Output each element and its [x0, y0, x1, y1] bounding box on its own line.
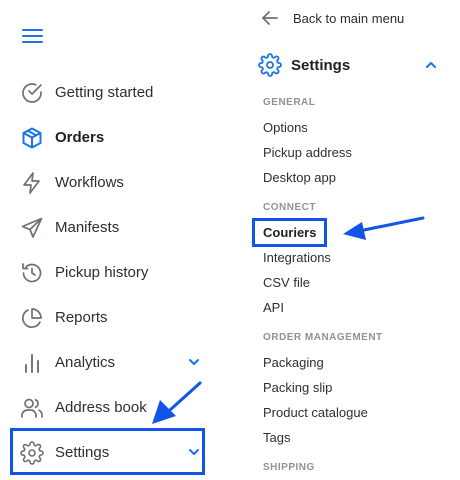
group-title-connect: CONNECT: [263, 202, 316, 213]
sidebar-item-label: Analytics: [55, 354, 116, 371]
chevron-up-icon[interactable]: [424, 58, 438, 72]
settings-item-packaging[interactable]: Packaging: [263, 355, 324, 370]
sidebar-item-workflows[interactable]: Workflows: [0, 160, 215, 205]
gear-icon: [258, 53, 282, 77]
hamburger-menu-button[interactable]: [22, 28, 44, 44]
group-title-general: GENERAL: [263, 97, 316, 108]
settings-item-options[interactable]: Options: [263, 120, 308, 135]
sidebar-item-address-book[interactable]: Address book: [0, 385, 215, 430]
sidebar-item-analytics[interactable]: Analytics: [0, 340, 215, 385]
paper-plane-icon: [20, 216, 44, 240]
settings-item-api[interactable]: API: [263, 300, 284, 315]
back-link-label: Back to main menu: [293, 10, 405, 26]
group-title-shipping: SHIPPING: [263, 462, 315, 473]
section-title: Settings: [291, 56, 351, 74]
lightning-icon: [20, 171, 44, 195]
settings-item-csv-file[interactable]: CSV file: [263, 275, 310, 290]
arrow-to-couriers: [343, 216, 425, 240]
history-icon: [20, 261, 44, 285]
settings-item-product-catalogue[interactable]: Product catalogue: [263, 405, 368, 420]
sidebar-item-label: Reports: [55, 309, 108, 326]
back-to-main-menu-link[interactable]: Back to main menu: [260, 8, 404, 28]
users-icon: [20, 396, 44, 420]
sidebar-item-label: Getting started: [55, 84, 154, 101]
sidebar-item-label: Address book: [55, 399, 147, 416]
package-icon: [20, 126, 44, 150]
chevron-down-icon[interactable]: [186, 354, 202, 370]
couriers-highlight-box: [252, 218, 327, 247]
hamburger-icon: [22, 29, 43, 43]
settings-highlight-box: [10, 428, 205, 475]
sidebar-item-label: Orders: [55, 129, 105, 146]
sidebar-item-pickup-history[interactable]: Pickup history: [0, 250, 215, 295]
pie-chart-icon: [20, 306, 44, 330]
sidebar-item-manifests[interactable]: Manifests: [0, 205, 215, 250]
sidebar-item-reports[interactable]: Reports: [0, 295, 215, 340]
sidebar-item-orders[interactable]: Orders: [0, 115, 215, 160]
settings-item-desktop-app[interactable]: Desktop app: [263, 170, 336, 185]
sidebar-item-label: Workflows: [55, 174, 124, 191]
arrow-left-icon: [262, 11, 278, 25]
settings-section-header[interactable]: Settings: [258, 52, 446, 78]
bar-chart-icon: [20, 351, 44, 375]
sidebar-nav: Getting started Orders Workflows Manifes…: [0, 70, 215, 475]
sidebar-item-getting-started[interactable]: Getting started: [0, 70, 215, 115]
settings-item-pickup-address[interactable]: Pickup address: [263, 145, 352, 160]
group-title-order-management: ORDER MANAGEMENT: [263, 332, 383, 343]
check-circle-icon: [20, 81, 44, 105]
sidebar-item-label: Manifests: [55, 219, 120, 236]
settings-item-packing-slip[interactable]: Packing slip: [263, 380, 332, 395]
settings-item-integrations[interactable]: Integrations: [263, 250, 331, 265]
sidebar-item-label: Pickup history: [55, 264, 149, 281]
settings-item-tags[interactable]: Tags: [263, 430, 290, 445]
